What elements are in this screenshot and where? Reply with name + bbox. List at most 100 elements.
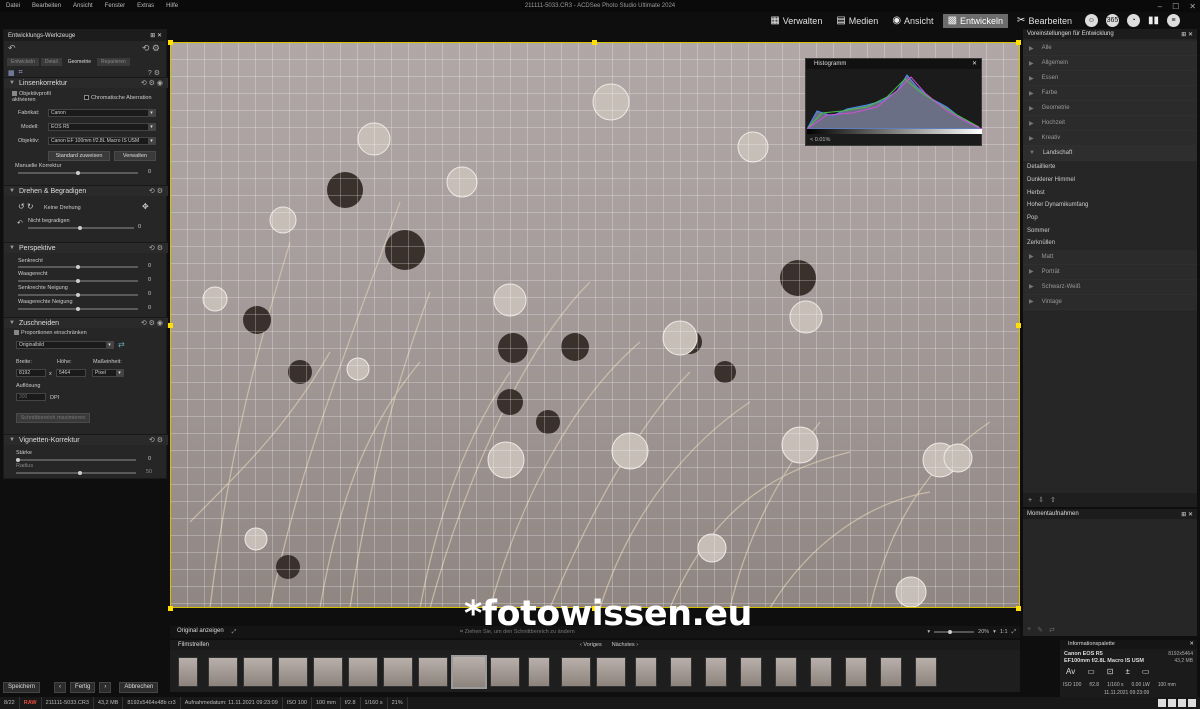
thumbnail[interactable]	[915, 657, 937, 687]
edit-icon[interactable]: ✎	[1037, 626, 1043, 634]
crop-handle-br[interactable]	[1016, 606, 1021, 611]
rotate-header[interactable]: ▼ Drehen & Begradigen ⟲ ⚙	[4, 185, 168, 196]
mode-ansicht-button[interactable]: ◉ Ansicht	[887, 14, 938, 28]
make-select[interactable]: Canon ▾	[48, 109, 156, 117]
vtilt-slider[interactable]	[18, 293, 138, 297]
flip-icon[interactable]: ✥	[142, 202, 149, 211]
preset-category[interactable]: ▶ Vintage	[1023, 294, 1197, 310]
resolution-input[interactable]: 300	[16, 393, 46, 401]
cancel-button[interactable]: Abbrechen	[119, 681, 159, 693]
mode-bearbeiten-button[interactable]: ✂ Bearbeiten	[1012, 14, 1077, 28]
model-select[interactable]: EOS R5 ▾	[48, 123, 156, 131]
pin-icon[interactable]: ⊞ ✕	[150, 32, 162, 39]
preset-category[interactable]: ▶ Kreativ	[1023, 131, 1197, 146]
straighten-icon[interactable]: ↶	[17, 219, 23, 227]
lens-options-icon[interactable]: ⟲ ⚙ ◉	[141, 79, 163, 87]
rotate-icons[interactable]: ↺ ↻	[18, 202, 34, 211]
help-icon[interactable]: ? ⚙	[148, 69, 160, 77]
face-icon[interactable]: ☺	[1084, 14, 1098, 27]
slider-knob[interactable]	[16, 458, 20, 462]
htilt-slider[interactable]	[18, 307, 138, 311]
thumbnail[interactable]	[418, 657, 448, 687]
thumbnail[interactable]	[775, 657, 797, 687]
preset-category-open[interactable]: ▼ Landschaft	[1023, 146, 1197, 161]
crop-options-icon[interactable]: ⟲ ⚙ ◉	[141, 319, 163, 327]
lens-header[interactable]: ▼ Linsenkorrektur ⟲ ⚙ ◉	[4, 77, 168, 88]
preset-category[interactable]: ▶ Alle	[1023, 41, 1197, 56]
crop-view-icon[interactable]: ⌗	[19, 69, 23, 77]
pin-icon[interactable]: ⊞ ✕	[1181, 31, 1193, 38]
tab-detail[interactable]: Detail	[40, 58, 62, 66]
thumbnail[interactable]	[383, 657, 413, 687]
lens-select[interactable]: Canon EF 100mm f/2.8L Macro IS USM ▾	[48, 137, 156, 145]
reset-icon[interactable]: ⟲ ⚙	[142, 43, 160, 54]
show-original-button[interactable]: Original anzeigen	[173, 627, 228, 638]
previous-image-button[interactable]: ‹	[54, 681, 67, 693]
thumbnail[interactable]	[528, 657, 550, 687]
enable-profile-checkbox[interactable]: Objektivprofil aktivieren	[12, 91, 72, 103]
thumbnail[interactable]	[178, 657, 198, 687]
slider-knob[interactable]	[76, 293, 80, 297]
export-icon[interactable]: ⇧	[1050, 496, 1056, 504]
previous-button[interactable]: ‹ Voriges	[580, 640, 602, 650]
close-icon[interactable]: ✕	[972, 59, 977, 69]
menu-bearbeiten[interactable]: Bearbeiten	[26, 3, 67, 9]
pin-icon[interactable]: ⊞ ✕	[1181, 511, 1193, 518]
next-image-button[interactable]: ›	[99, 681, 112, 693]
crop-header[interactable]: ▼ Zuschneiden ⟲ ⚙ ◉	[4, 317, 168, 328]
status-icon[interactable]	[1168, 699, 1176, 707]
preset-item[interactable]: Sommer	[1023, 224, 1197, 238]
thumbnail[interactable]	[810, 657, 832, 687]
thumbnail[interactable]	[740, 657, 762, 687]
menu-hilfe[interactable]: Hilfe	[160, 3, 184, 9]
thumbnail[interactable]	[313, 657, 343, 687]
add-icon[interactable]: +	[1027, 626, 1031, 634]
preset-category[interactable]: ▶ Porträt	[1023, 264, 1197, 280]
ratio-select[interactable]: Originalbild ▾	[16, 341, 114, 349]
straighten-slider[interactable]	[28, 226, 134, 230]
thumbnail[interactable]	[635, 657, 657, 687]
menu-ansicht[interactable]: Ansicht	[67, 3, 99, 9]
add-icon[interactable]: +	[1028, 497, 1032, 504]
import-icon[interactable]: ⇩	[1038, 496, 1044, 504]
radius-slider[interactable]	[16, 471, 136, 475]
thumbnail[interactable]	[670, 657, 692, 687]
mode-medien-button[interactable]: ▤ Medien	[831, 14, 883, 28]
slider-knob[interactable]	[948, 630, 953, 634]
slider-knob[interactable]	[76, 307, 80, 311]
thumbnail[interactable]	[596, 657, 626, 687]
zoom-dropdown-icon[interactable]: ▾	[993, 629, 996, 635]
perspective-header[interactable]: ▼ Perspektive ⟲ ⚙	[4, 242, 168, 253]
thumbnail[interactable]	[845, 657, 867, 687]
manage-button[interactable]: Verwalten	[114, 151, 156, 161]
chromatic-checkbox[interactable]: Chromatische Aberration	[84, 95, 152, 101]
crop-handle-tr[interactable]	[1016, 40, 1021, 45]
swap-icon[interactable]: ⇄	[118, 340, 125, 349]
preset-category[interactable]: ▶ Schwarz-Weiß	[1023, 279, 1197, 295]
menu-extras[interactable]: Extras	[131, 3, 160, 9]
tab-reparieren[interactable]: Reparieren	[97, 58, 130, 66]
compare-icon[interactable]: ⇄	[1049, 626, 1055, 634]
slider-knob[interactable]	[76, 265, 80, 269]
preset-category[interactable]: ▶ Essen	[1023, 71, 1197, 86]
thumbnail[interactable]	[278, 657, 308, 687]
tab-entwickeln[interactable]: Entwickeln	[7, 58, 39, 66]
status-icon[interactable]	[1158, 699, 1166, 707]
minimize-icon[interactable]: –	[1158, 2, 1162, 11]
mode-entwickeln-button[interactable]: ▩ Entwickeln	[942, 13, 1009, 28]
preset-category[interactable]: ▶ Farbe	[1023, 86, 1197, 101]
ratio-button[interactable]: 1:1	[1000, 629, 1008, 635]
menu-datei[interactable]: Datei	[0, 3, 26, 9]
manual-correction-slider[interactable]	[18, 171, 138, 175]
preset-category[interactable]: ▶ Geometrie	[1023, 101, 1197, 116]
grid-view-icon[interactable]: ▦	[8, 69, 15, 77]
preset-item[interactable]: Herbst	[1023, 186, 1197, 200]
rotate-options-icon[interactable]: ⟲ ⚙	[149, 187, 163, 195]
thumbnail[interactable]	[705, 657, 727, 687]
stats-icon[interactable]: ▮▮	[1148, 15, 1159, 26]
close-icon[interactable]: ✕	[1189, 640, 1194, 649]
zoom-slider[interactable]	[934, 630, 975, 634]
crop-handle-l[interactable]	[168, 323, 173, 328]
menu-icon[interactable]: ≡	[1167, 14, 1180, 27]
crop-handle-bl[interactable]	[168, 606, 173, 611]
